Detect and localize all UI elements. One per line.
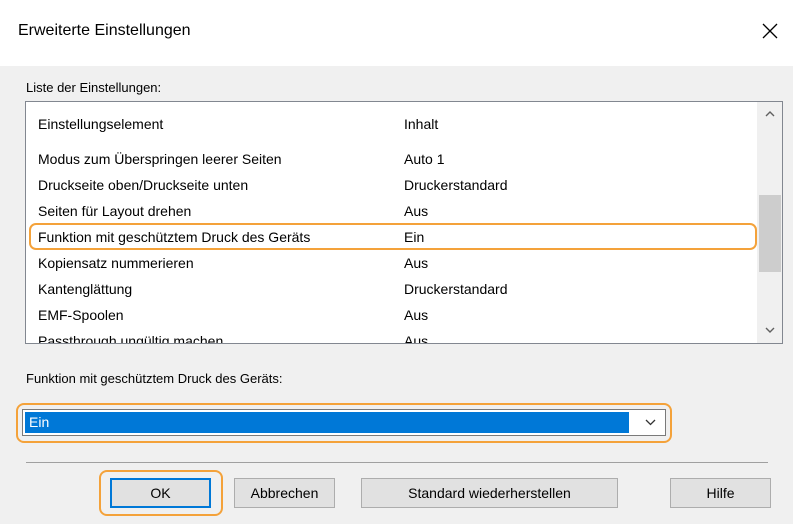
row-setting-name: Passthrough ungültig machen [38, 333, 224, 344]
settings-listview[interactable]: Einstellungselement Inhalt Modus zum Übe… [25, 101, 783, 344]
chevron-down-icon [765, 327, 775, 333]
row-setting-name: Funktion mit geschütztem Druck des Gerät… [38, 229, 311, 245]
column-header-setting[interactable]: Einstellungselement [38, 116, 163, 132]
column-header-value[interactable]: Inhalt [404, 116, 438, 132]
scroll-thumb[interactable] [759, 195, 781, 272]
cancel-button[interactable]: Abbrechen [234, 478, 335, 508]
row-setting-value: Aus [404, 203, 429, 219]
ok-button[interactable]: OK [110, 478, 211, 508]
row-setting-value: Aus [404, 307, 429, 323]
chevron-down-icon [645, 419, 656, 426]
row-setting-name: EMF-Spoolen [38, 307, 124, 323]
dropdown-selected-value: Ein [25, 412, 629, 433]
list-row[interactable]: Passthrough ungültig machen Aus [26, 329, 756, 344]
row-setting-name: Seiten für Layout drehen [38, 203, 192, 219]
row-setting-name: Druckseite oben/Druckseite unten [38, 177, 249, 193]
separator [26, 462, 768, 463]
restore-defaults-button[interactable]: Standard wiederherstellen [361, 478, 618, 508]
settings-list-label: Liste der Einstellungen: [26, 80, 162, 95]
row-setting-name: Kantenglättung [38, 281, 133, 297]
chevron-up-icon [765, 111, 775, 117]
list-row[interactable]: Kopiensatz nummerieren Aus [26, 251, 756, 277]
scroll-up-button[interactable] [757, 102, 782, 126]
close-icon [762, 23, 778, 39]
scroll-down-button[interactable] [757, 319, 782, 343]
list-row[interactable]: Seiten für Layout drehen Aus [26, 199, 756, 225]
row-setting-value: Aus [404, 255, 429, 271]
list-row[interactable]: EMF-Spoolen Aus [26, 303, 756, 329]
setting-value-dropdown[interactable]: Ein [22, 409, 666, 436]
dialog-title: Erweiterte Einstellungen [18, 22, 191, 39]
row-setting-name: Modus zum Überspringen leerer Seiten [38, 151, 282, 167]
list-row[interactable]: Kantenglättung Druckerstandard [26, 277, 756, 303]
help-button[interactable]: Hilfe [670, 478, 771, 508]
list-row[interactable]: Modus zum Überspringen leerer Seiten Aut… [26, 147, 756, 173]
row-setting-value: Auto 1 [404, 151, 445, 167]
row-setting-name: Kopiensatz nummerieren [38, 255, 194, 271]
dropdown-arrow[interactable] [635, 410, 665, 435]
row-setting-value: Ein [404, 229, 425, 245]
list-row[interactable]: Druckseite oben/Druckseite unten Drucker… [26, 173, 756, 199]
vertical-scrollbar[interactable] [757, 102, 782, 343]
row-setting-value: Druckerstandard [404, 177, 508, 193]
row-setting-value: Aus [404, 333, 429, 344]
list-rows: Modus zum Überspringen leerer Seiten Aut… [26, 147, 757, 344]
row-setting-value: Druckerstandard [404, 281, 508, 297]
selected-setting-label: Funktion mit geschütztem Druck des Gerät… [26, 371, 283, 386]
close-button[interactable] [747, 8, 793, 54]
list-row-selected[interactable]: Funktion mit geschütztem Druck des Gerät… [26, 223, 757, 251]
title-bar: Erweiterte Einstellungen [0, 0, 793, 66]
list-header: Einstellungselement Inhalt [26, 102, 756, 147]
